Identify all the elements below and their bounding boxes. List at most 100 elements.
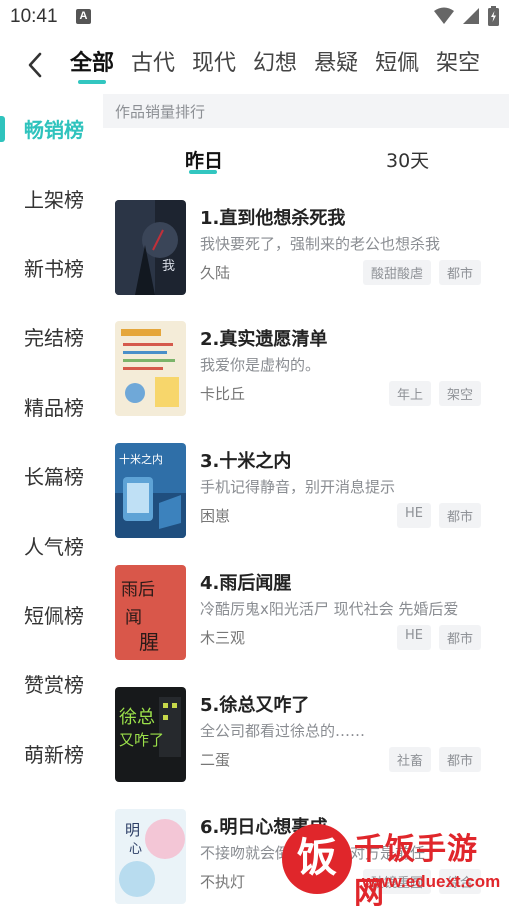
svg-text:十米之内: 十米之内	[119, 452, 163, 466]
book-item[interactable]: 十米之内 3.十米之内 手机记得静音，别开消息提示 困崽 HE 都市	[115, 443, 495, 539]
watermark-url: www.eduext.com	[362, 872, 501, 891]
ranking-sidebar: 畅销榜 上架榜 新书榜 完结榜 精品榜 长篇榜 人气榜 短佩榜 赞赏榜 萌新榜	[0, 94, 100, 906]
sidebar-item-new-listing[interactable]: 上架榜	[0, 178, 100, 218]
book-tags: 年上 架空	[388, 381, 481, 406]
book-author: 久陆	[200, 264, 231, 282]
sidebar-item-new-book[interactable]: 新书榜	[0, 247, 100, 287]
book-author: 卡比丘	[200, 385, 246, 403]
book-description: 全公司都看过徐总的……	[200, 722, 366, 740]
tab-all[interactable]: 全部	[70, 46, 114, 84]
svg-text:徐总: 徐总	[119, 707, 155, 728]
book-item[interactable]: 徐总 又咋了 5.徐总又咋了 全公司都看过徐总的…… 二蛋 社畜 都市	[115, 687, 495, 783]
book-cover: 十米之内	[115, 443, 186, 538]
book-author: 木三观	[200, 629, 246, 647]
svg-text:雨后: 雨后	[121, 580, 155, 600]
book-tag: 酸甜酸虐	[362, 260, 431, 285]
back-button[interactable]	[20, 50, 50, 80]
svg-text:明: 明	[125, 821, 140, 839]
book-tag: 都市	[438, 503, 481, 528]
status-time: 10:41	[10, 6, 58, 27]
sidebar-item-premium[interactable]: 精品榜	[0, 386, 100, 426]
book-cover: 明 心	[115, 809, 186, 904]
svg-text:心: 心	[129, 842, 142, 857]
sidebar-item-long[interactable]: 长篇榜	[0, 455, 100, 495]
book-description: 手机记得静音，别开消息提示	[200, 478, 396, 496]
book-title: 2.真实遗愿清单	[200, 329, 328, 350]
book-author: 二蛋	[200, 751, 231, 769]
battery-icon	[488, 6, 499, 26]
book-author: 困崽	[200, 507, 231, 525]
sidebar-item-label: 完结榜	[24, 325, 84, 350]
sidebar-active-indicator	[0, 116, 5, 142]
watermark-logo: 饭	[282, 824, 352, 894]
book-item[interactable]: 我 1.直到他想杀死我 我快要死了，强制来的老公也想杀我 久陆 酸甜酸虐 都市	[115, 200, 495, 296]
book-tags: 社畜 都市	[388, 747, 481, 772]
tab-alternate[interactable]: 架空	[436, 46, 480, 82]
tab-fantasy[interactable]: 幻想	[253, 46, 297, 82]
book-cover	[115, 321, 186, 416]
sidebar-item-label: 萌新榜	[24, 742, 84, 767]
book-description: 冷酷厉鬼x阳光活尸 现代社会 先婚后爱	[200, 600, 459, 618]
signal-icon	[463, 8, 479, 24]
status-bar: 10:41 A	[0, 0, 509, 36]
book-title: 1.直到他想杀死我	[200, 208, 346, 229]
tab-modern[interactable]: 现代	[192, 46, 236, 82]
book-author: 不执灯	[200, 873, 246, 891]
sidebar-item-popular[interactable]: 人气榜	[0, 525, 100, 565]
book-cover: 我	[115, 200, 186, 295]
tab-mystery[interactable]: 悬疑	[314, 46, 358, 82]
tab-yesterday[interactable]: 昨日	[185, 146, 223, 173]
sidebar-item-short[interactable]: 短佩榜	[0, 594, 100, 634]
sidebar-item-label: 长篇榜	[24, 464, 84, 489]
svg-text:又咋了: 又咋了	[119, 731, 164, 749]
tab-30-days[interactable]: 30天	[386, 146, 429, 173]
book-tag: HE	[396, 625, 431, 650]
book-title: 4.雨后闻腥	[200, 573, 292, 594]
sidebar-item-label: 新书榜	[24, 256, 84, 281]
wifi-icon	[434, 7, 454, 24]
sidebar-item-label: 人气榜	[24, 534, 84, 559]
sidebar-item-completed[interactable]: 完结榜	[0, 316, 100, 356]
sidebar-item-label: 畅销榜	[24, 117, 84, 142]
book-item[interactable]: 雨后 闻 腥 4.雨后闻腥 冷酷厉鬼x阳光活尸 现代社会 先婚后爱 木三观 HE…	[115, 565, 495, 661]
site-watermark: 饭 千饭手游网 www.eduext.com	[282, 818, 504, 906]
period-tab-indicator	[189, 170, 217, 174]
book-description: 我快要死了，强制来的老公也想杀我	[200, 235, 441, 253]
ranking-header-label: 作品销量排行	[115, 103, 206, 121]
tab-short[interactable]: 短佩	[375, 46, 419, 82]
sidebar-item-label: 短佩榜	[24, 603, 84, 628]
book-tags: 酸甜酸虐 都市	[362, 260, 481, 285]
svg-text:腥: 腥	[139, 630, 159, 654]
book-cover: 徐总 又咋了	[115, 687, 186, 782]
book-tag: HE	[396, 503, 431, 528]
svg-text:闻: 闻	[125, 608, 142, 628]
notification-a-icon: A	[76, 9, 91, 24]
book-item[interactable]: 2.真实遗愿清单 我爱你是虚构的。 卡比丘 年上 架空	[115, 321, 495, 417]
watermark-title: 千饭手游网	[354, 832, 478, 906]
sidebar-item-label: 精品榜	[24, 395, 84, 420]
book-tags: HE 都市	[396, 503, 481, 528]
ranking-header: 作品销量排行	[103, 94, 509, 128]
sidebar-item-label: 上架榜	[24, 187, 84, 212]
book-tag: 社畜	[388, 747, 431, 772]
tab-ancient[interactable]: 古代	[131, 46, 175, 82]
book-title: 3.十米之内	[200, 451, 292, 472]
status-icons	[434, 6, 499, 26]
book-tag: 都市	[438, 747, 481, 772]
book-tags: HE 都市	[396, 625, 481, 650]
chevron-left-icon	[28, 52, 42, 78]
category-tabs: 全部 古代 现代 幻想 悬疑 短佩 架空	[70, 46, 497, 84]
sidebar-item-label: 赞赏榜	[24, 672, 84, 697]
svg-text:我: 我	[162, 259, 175, 274]
book-tag: 都市	[438, 625, 481, 650]
book-tag: 都市	[438, 260, 481, 285]
sidebar-item-newcomer[interactable]: 萌新榜	[0, 733, 100, 773]
book-tag: 架空	[438, 381, 481, 406]
book-title: 5.徐总又咋了	[200, 695, 310, 716]
book-tag: 年上	[388, 381, 431, 406]
category-bar: 全部 古代 现代 幻想 悬疑 短佩 架空	[0, 40, 509, 94]
sidebar-item-reward[interactable]: 赞赏榜	[0, 663, 100, 703]
book-description: 我爱你是虚构的。	[200, 356, 321, 374]
sidebar-item-bestseller[interactable]: 畅销榜	[0, 108, 100, 148]
book-cover: 雨后 闻 腥	[115, 565, 186, 660]
